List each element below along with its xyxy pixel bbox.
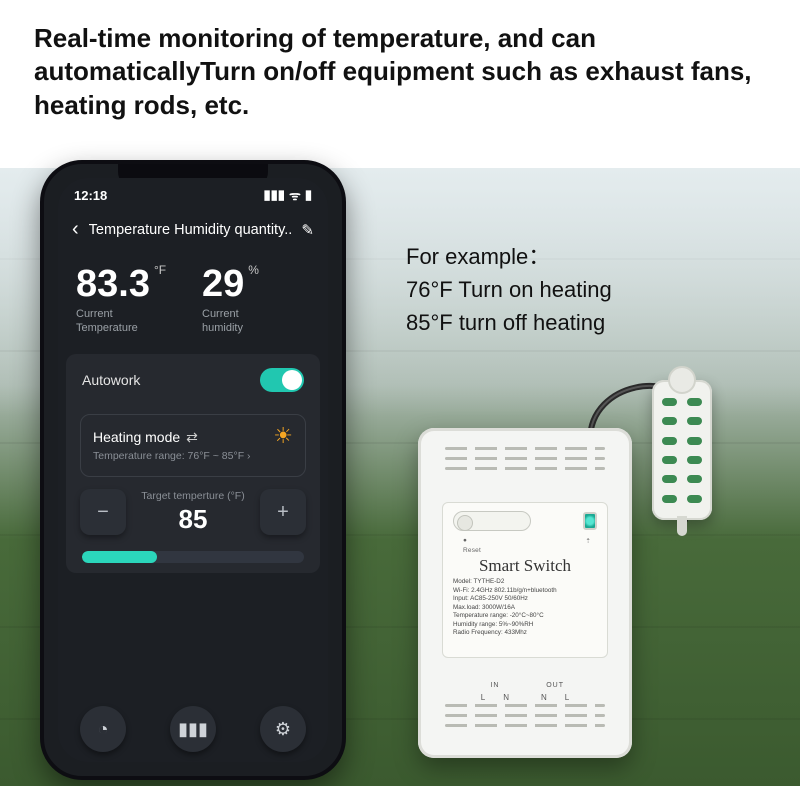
increase-button[interactable]: + xyxy=(260,489,306,535)
wifi-icon: ᯤ xyxy=(289,186,301,204)
temperature-readout: 83.3 °F Current Temperature xyxy=(76,263,184,334)
humidity-unit: % xyxy=(248,263,259,277)
back-button[interactable]: ‹ xyxy=(72,218,79,241)
signal-icon: ▮▮▮ xyxy=(264,187,285,203)
nav-stats-button[interactable]: ▮▮▮ xyxy=(170,706,216,752)
heating-mode-card[interactable]: ☀ Heating mode ⇄ Temperature range: 76°F … xyxy=(80,414,306,477)
example-label: For example： xyxy=(406,240,612,273)
bottom-nav: ◔ ▮▮▮ ⚙ xyxy=(58,706,328,752)
spec-rf: Radio Frequency: 433Mhz xyxy=(453,629,597,638)
autowork-label: Autowork xyxy=(82,372,140,388)
spec-temp: Temperature range: -20°C~80°C xyxy=(453,612,597,621)
temperature-label-2: Temperature xyxy=(76,322,184,334)
status-led xyxy=(583,512,597,530)
temperature-range-label: Temperature range: 76°F ~ 85°F › xyxy=(93,450,293,462)
terminal-in: IN xyxy=(490,682,499,689)
spec-load: Max.load: 3000W/16A xyxy=(453,604,597,613)
nav-settings-button[interactable]: ⚙ xyxy=(260,706,306,752)
vent-bottom xyxy=(445,697,605,734)
example-line-2: 85°F turn off heating xyxy=(406,306,612,339)
humidity-sensor xyxy=(652,380,712,520)
spec-humidity: Humidity range: 5%~90%RH xyxy=(453,621,597,630)
heating-mode-label: Heating mode xyxy=(93,429,180,445)
headline-text: Real-time monitoring of temperature, and… xyxy=(34,22,770,122)
humidity-label-1: Current xyxy=(202,308,310,320)
temperature-unit: °F xyxy=(154,263,166,277)
device-panel: ●⇡ Reset Smart Switch Model: TYTHE-D2 Wi… xyxy=(442,502,608,658)
phone-frame: 12:18 ▮▮▮ ᯤ ▮ ‹ Temperature Humidity qua… xyxy=(40,160,346,780)
bottom-white-band xyxy=(0,786,800,800)
settings-card: Autowork ☀ Heating mode ⇄ Temperature ran… xyxy=(66,354,320,573)
reset-slider[interactable] xyxy=(453,511,531,531)
page-title: Temperature Humidity quantity... xyxy=(89,222,292,238)
humidity-readout: 29% Current humidity xyxy=(202,263,310,334)
sensor-grille xyxy=(662,398,702,508)
spec-input: Input: AC85-250V 50/60Hz xyxy=(453,595,597,604)
spec-model: Model: TYTHE-D2 xyxy=(453,578,597,587)
smart-switch-device: ●⇡ Reset Smart Switch Model: TYTHE-D2 Wi… xyxy=(418,428,632,758)
humidity-value: 29 xyxy=(202,263,244,306)
sun-icon: ☀ xyxy=(273,423,293,449)
terminal-out: OUT xyxy=(546,682,564,689)
sensor-connector xyxy=(677,516,687,536)
example-line-1: 76°F Turn on heating xyxy=(406,273,612,306)
reset-label: Reset xyxy=(463,547,481,554)
device-specs: Model: TYTHE-D2 Wi-Fi: 2.4GHz 802.11b/g/… xyxy=(453,578,597,638)
target-label: Target temperture (°F) xyxy=(126,490,260,502)
progress-bar[interactable] xyxy=(82,551,304,563)
progress-fill xyxy=(82,551,157,563)
nav-timer-button[interactable]: ◔ xyxy=(80,706,126,752)
temperature-label-1: Current xyxy=(76,308,184,320)
wifi-up-icon: ⇡ xyxy=(585,537,591,545)
vent-top xyxy=(445,440,605,477)
battery-icon: ▮ xyxy=(305,187,312,203)
status-icons: ▮▮▮ ᯤ ▮ xyxy=(264,186,313,204)
device-brand: Smart Switch xyxy=(453,556,597,576)
decrease-button[interactable]: − xyxy=(80,489,126,535)
target-temperature: Target temperture (°F) 85 xyxy=(126,490,260,535)
status-time: 12:18 xyxy=(74,188,107,203)
temperature-value: 83.3 xyxy=(76,263,150,306)
autowork-row[interactable]: Autowork xyxy=(70,354,316,406)
status-bar: 12:18 ▮▮▮ ᯤ ▮ xyxy=(58,178,328,204)
spec-wifi: Wi-Fi: 2.4GHz 802.11b/g/n+bluetooth xyxy=(453,587,597,596)
humidity-label-2: humidity xyxy=(202,322,310,334)
autowork-toggle[interactable] xyxy=(260,368,304,392)
edit-button[interactable]: ✎ xyxy=(301,221,314,239)
example-text-block: For example： 76°F Turn on heating 85°F t… xyxy=(406,240,612,339)
phone-screen: 12:18 ▮▮▮ ᯤ ▮ ‹ Temperature Humidity qua… xyxy=(58,178,328,762)
target-value: 85 xyxy=(126,504,260,535)
swap-icon: ⇄ xyxy=(186,429,198,446)
